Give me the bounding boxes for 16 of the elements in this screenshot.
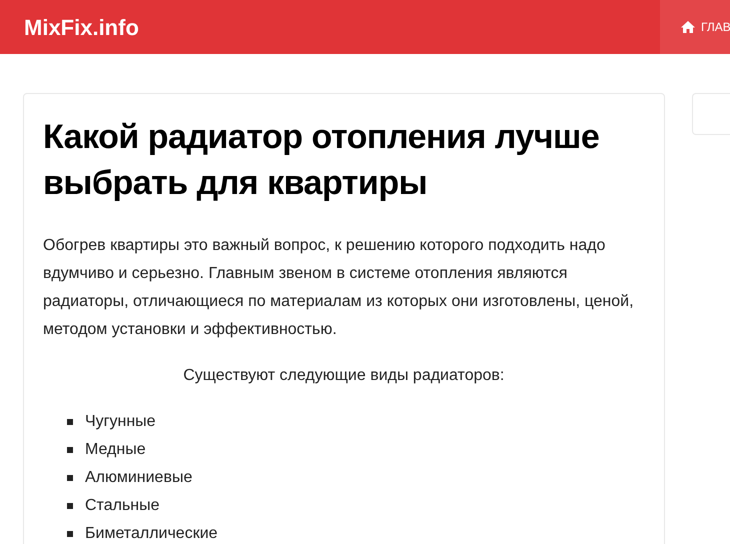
nav-link[interactable]: ГЛАВ: [660, 0, 730, 54]
article-intro: Обогрев квартиры это важный вопрос, к решению которого подходить надо вдумчиво и серьезно. Главным звеном в системе отопления являются радиаторы, отличающиеся по материалам из которых они изготовлены, ценой, методом установки и эффективностью.: [43, 236, 635, 340]
bullet-icon: [67, 447, 73, 453]
bullet-icon: [67, 475, 73, 481]
list-lead: Существуют следующие виды радиаторов:: [182, 366, 506, 386]
list-item: Стальные: [85, 496, 160, 516]
article-title: Какой радиатор отопления лучше выбрать для квартиры: [43, 117, 600, 204]
site-logo[interactable]: MixFix.info: [24, 10, 139, 44]
bullet-icon: [67, 531, 73, 537]
list-item: Биметаллические: [85, 524, 218, 544]
list-item: Чугунные: [85, 412, 156, 432]
bullet-icon: [67, 419, 73, 425]
list-item: Алюминиевые: [85, 468, 192, 488]
list-item: Медные: [85, 440, 146, 460]
home-icon: [680, 20, 696, 34]
bullet-icon: [67, 503, 73, 509]
